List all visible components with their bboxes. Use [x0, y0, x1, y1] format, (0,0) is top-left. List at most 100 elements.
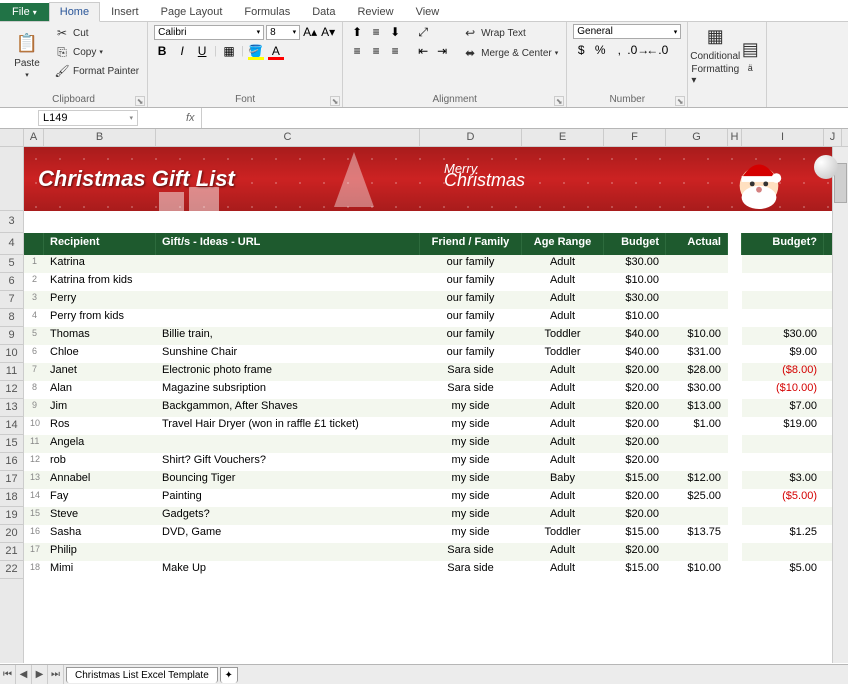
shrink-font-icon[interactable]: A▾ [320, 24, 336, 40]
cell-friend-family[interactable]: my side [420, 435, 522, 453]
cell-gift[interactable] [156, 291, 420, 309]
row-header[interactable]: 22 [0, 561, 23, 579]
cell-gift[interactable]: Billie train, [156, 327, 420, 345]
cell-age[interactable]: Adult [522, 255, 604, 273]
cell-budget[interactable]: $40.00 [604, 327, 666, 345]
cell-remaining[interactable]: $3.00 [742, 471, 824, 489]
cell-friend-family[interactable]: our family [420, 309, 522, 327]
row-header[interactable] [0, 147, 23, 211]
tab-view[interactable]: View [405, 2, 451, 21]
table-row[interactable]: 13AnnabelBouncing Tigermy sideBaby$15.00… [24, 471, 848, 489]
cell-remaining[interactable]: ($10.00) [742, 381, 824, 399]
cell-gift[interactable]: Backgammon, After Shaves [156, 399, 420, 417]
cell-friend-family[interactable]: my side [420, 471, 522, 489]
font-launcher[interactable]: ⬊ [330, 96, 340, 106]
col-header-F[interactable]: F [604, 129, 666, 146]
align-center-icon[interactable]: ≡ [368, 43, 384, 59]
cell-remaining[interactable]: $5.00 [742, 561, 824, 579]
cell-gift[interactable] [156, 273, 420, 291]
table-row[interactable]: 4Perry from kidsour familyAdult$10.00 [24, 309, 848, 327]
cell-budget[interactable]: $20.00 [604, 435, 666, 453]
table-row[interactable]: 3Perryour familyAdult$30.00 [24, 291, 848, 309]
cell-budget[interactable]: $20.00 [604, 453, 666, 471]
table-row[interactable]: 8AlanMagazine subsriptionSara sideAdult$… [24, 381, 848, 399]
cell-actual[interactable] [666, 291, 728, 309]
cell-budget[interactable]: $10.00 [604, 309, 666, 327]
conditional-formatting-button[interactable]: ▦ Conditional Formatting ▾ [694, 24, 736, 86]
cell-actual[interactable]: $31.00 [666, 345, 728, 363]
table-row[interactable]: 12robShirt? Gift Vouchers?my sideAdult$2… [24, 453, 848, 471]
cell-age[interactable]: Adult [522, 489, 604, 507]
cell-friend-family[interactable]: my side [420, 507, 522, 525]
cell-recipient[interactable]: Angela [44, 435, 156, 453]
cell-gift[interactable]: Magazine subsription [156, 381, 420, 399]
cell-budget[interactable]: $20.00 [604, 543, 666, 561]
cell-actual[interactable] [666, 255, 728, 273]
col-header-E[interactable]: E [522, 129, 604, 146]
row-header[interactable]: 5 [0, 255, 23, 273]
cell-budget[interactable]: $20.00 [604, 363, 666, 381]
col-recipient[interactable]: Recipient [44, 233, 156, 255]
clipboard-launcher[interactable]: ⬊ [135, 96, 145, 106]
cell-remaining[interactable]: ($5.00) [742, 489, 824, 507]
table-row[interactable]: 11Angelamy sideAdult$20.00 [24, 435, 848, 453]
col-header-I[interactable]: I [742, 129, 824, 146]
cell-remaining[interactable] [742, 309, 824, 327]
cell-recipient[interactable]: Perry from kids [44, 309, 156, 327]
new-sheet-button[interactable]: ✦ [220, 667, 238, 683]
cell-remaining[interactable]: $1.25 [742, 525, 824, 543]
cell-age[interactable]: Adult [522, 381, 604, 399]
cell-remaining[interactable]: $30.00 [742, 327, 824, 345]
align-top-icon[interactable]: ⬆ [349, 24, 365, 40]
tab-data[interactable]: Data [301, 2, 346, 21]
number-launcher[interactable]: ⬊ [675, 96, 685, 106]
cell-actual[interactable]: $25.00 [666, 489, 728, 507]
cell-friend-family[interactable]: my side [420, 453, 522, 471]
copy-button[interactable]: ⎘Copy▾ [52, 43, 141, 61]
cell-gift[interactable]: Painting [156, 489, 420, 507]
table-row[interactable]: 5ThomasBillie train,our familyToddler$40… [24, 327, 848, 345]
cell-recipient[interactable]: Jim [44, 399, 156, 417]
cell-budget[interactable]: $20.00 [604, 507, 666, 525]
cell-recipient[interactable]: Annabel [44, 471, 156, 489]
cell-gift[interactable]: Travel Hair Dryer (won in raffle £1 tick… [156, 417, 420, 435]
sheet-nav-first[interactable]: ⏮ [0, 665, 16, 684]
table-row[interactable]: 9JimBackgammon, After Shavesmy sideAdult… [24, 399, 848, 417]
cell-budget[interactable]: $15.00 [604, 525, 666, 543]
cell-remaining[interactable] [742, 435, 824, 453]
merge-center-button[interactable]: ⬌Merge & Center▾ [460, 44, 560, 62]
tab-insert[interactable]: Insert [100, 2, 150, 21]
cell-actual[interactable] [666, 543, 728, 561]
cell-budget[interactable]: $10.00 [604, 273, 666, 291]
row-header[interactable]: 11 [0, 363, 23, 381]
alignment-launcher[interactable]: ⬊ [554, 96, 564, 106]
cell-age[interactable]: Toddler [522, 327, 604, 345]
cell-recipient[interactable]: Katrina [44, 255, 156, 273]
col-friend-family[interactable]: Friend / Family [420, 233, 522, 255]
row-header[interactable]: 18 [0, 489, 23, 507]
select-all-corner[interactable] [0, 129, 24, 146]
cell-budget[interactable]: $20.00 [604, 381, 666, 399]
cell-age[interactable]: Adult [522, 417, 604, 435]
row-header[interactable]: 14 [0, 417, 23, 435]
cell-recipient[interactable]: Katrina from kids [44, 273, 156, 291]
row-header[interactable]: 7 [0, 291, 23, 309]
cell-friend-family[interactable]: my side [420, 417, 522, 435]
cell-friend-family[interactable]: Sara side [420, 381, 522, 399]
row-header[interactable]: 21 [0, 543, 23, 561]
cell-remaining[interactable] [742, 543, 824, 561]
indent-decrease-icon[interactable]: ⇤ [415, 43, 431, 59]
grow-font-icon[interactable]: A▴ [302, 24, 318, 40]
tab-formulas[interactable]: Formulas [233, 2, 301, 21]
cell-budget[interactable]: $15.00 [604, 561, 666, 579]
row-header[interactable]: 4 [0, 233, 23, 255]
sheet-cells[interactable]: Christmas Gift List MerryChristmas [24, 147, 848, 663]
increase-decimal-icon[interactable]: .0→ [630, 42, 646, 58]
cell-friend-family[interactable]: our family [420, 273, 522, 291]
cell-friend-family[interactable]: Sara side [420, 363, 522, 381]
cell-age[interactable]: Adult [522, 543, 604, 561]
row-header[interactable]: 16 [0, 453, 23, 471]
table-row[interactable]: 7JanetElectronic photo frameSara sideAdu… [24, 363, 848, 381]
cell-recipient[interactable]: Alan [44, 381, 156, 399]
tab-page-layout[interactable]: Page Layout [150, 2, 234, 21]
